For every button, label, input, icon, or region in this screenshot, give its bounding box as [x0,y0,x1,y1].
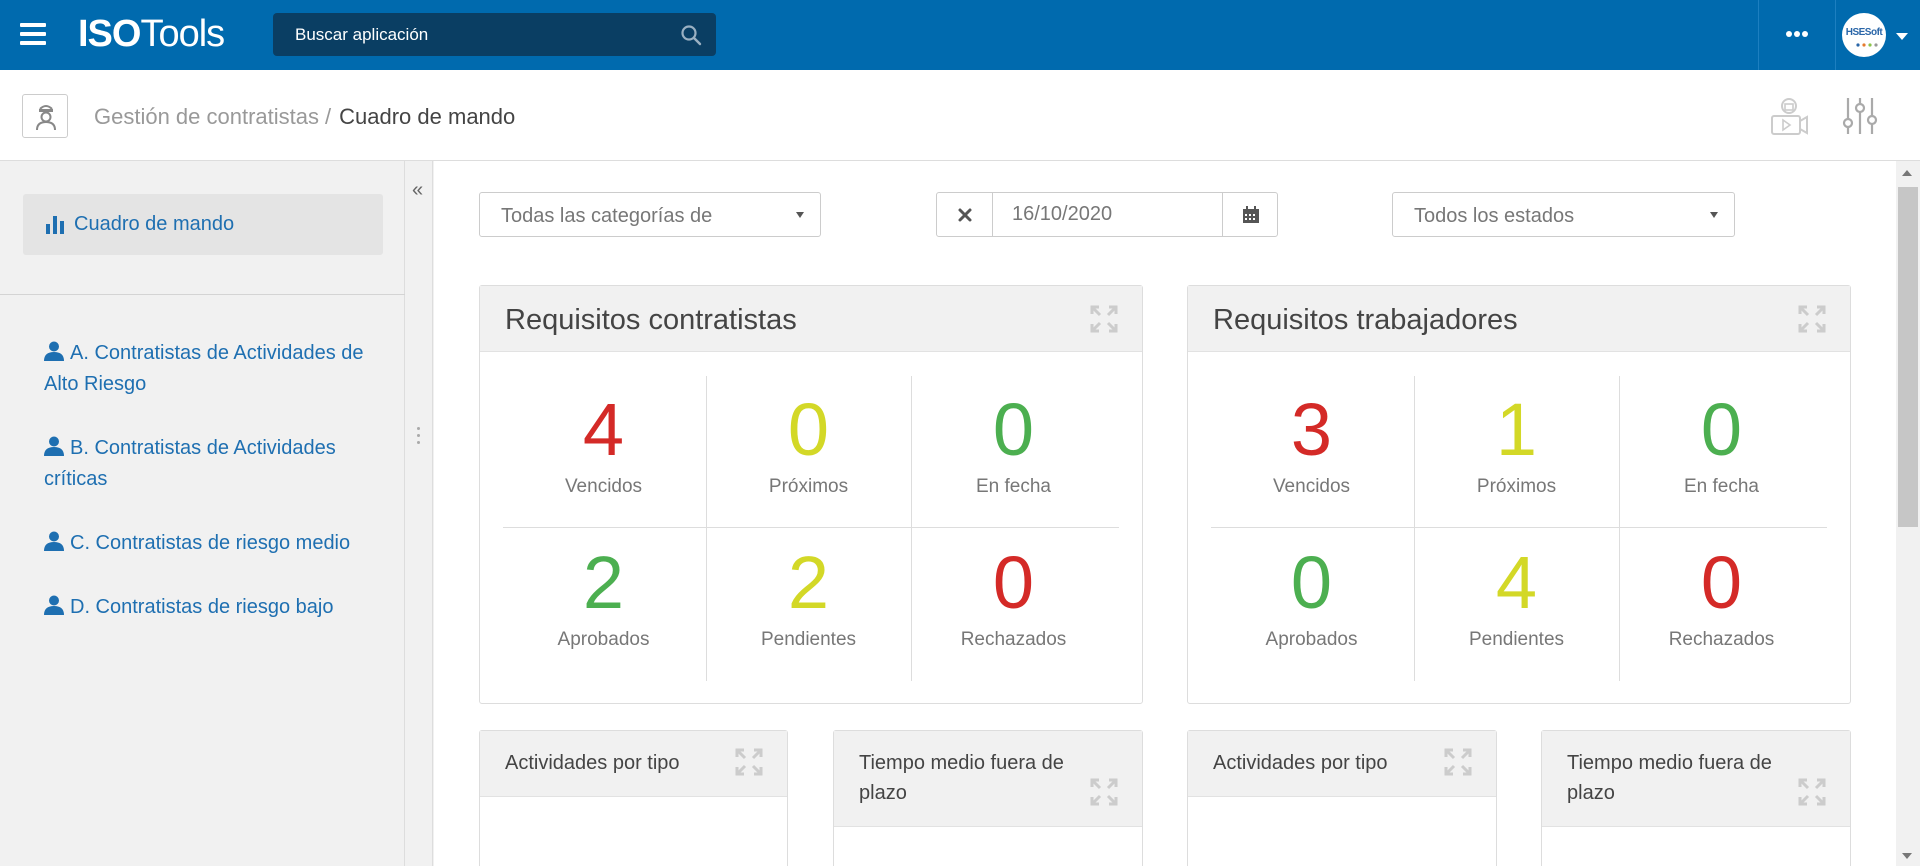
panel-tiempo-medio-fuera-de-plazo: Tiempo medio fuera de plazo [1541,730,1851,866]
dashboard-main: Todas las categorías de Todos los estado… [434,161,1896,866]
stat-rechazados[interactable]: 0 Rechazados [1619,543,1824,651]
stat-en-fecha[interactable]: 0 En fecha [911,390,1116,498]
status-select[interactable]: Todos los estados [1392,192,1735,237]
close-icon [958,208,972,222]
category-select[interactable]: Todas las categorías de [479,192,821,237]
search-icon[interactable] [680,24,702,46]
chevron-down-icon [1710,212,1718,218]
panel-tiempo-medio-fuera-de-plazo: Tiempo medio fuera de plazo [833,730,1143,866]
collapse-sidebar-icon[interactable]: « [412,180,423,200]
expand-icon[interactable] [1444,748,1472,776]
expand-icon[interactable] [1798,778,1826,806]
panel-header: Requisitos trabajadores [1188,286,1850,352]
sidebar: Cuadro de mando A. Contratistas de Activ… [0,161,405,866]
resize-handle[interactable] [417,427,421,449]
stat-proximos[interactable]: 0 Próximos [706,390,911,498]
breadcrumb-separator: / [325,104,332,129]
sidebar-item-label: D. Contratistas de riesgo bajo [70,596,334,618]
user-menu-caret-icon[interactable] [1896,33,1908,40]
topbar-divider [1835,0,1836,70]
expand-icon[interactable] [735,748,763,776]
user-icon [44,436,64,456]
panel-title: Actividades por tipo [1213,752,1388,774]
breadcrumb-parent-link[interactable]: Gestión de contratistas [94,104,319,129]
clear-date-button[interactable] [936,192,993,237]
panel-title: Actividades por tipo [505,752,680,774]
chevron-down-icon [796,212,804,218]
sidebar-item-label: Cuadro de mando [74,213,235,235]
video-tutorial-icon[interactable] [1768,94,1810,138]
stat-rechazados[interactable]: 0 Rechazados [911,543,1116,651]
sidebar-item-cuadro-de-mando[interactable]: Cuadro de mando [23,194,383,255]
scroll-up-arrow-icon[interactable] [1902,170,1912,176]
expand-icon[interactable] [1090,778,1118,806]
expand-icon[interactable] [1090,305,1118,333]
avatar-logo-dots [1856,43,1878,47]
user-icon [44,595,64,615]
isotools-logo[interactable]: ISOTools [78,10,225,58]
scroll-down-arrow-icon[interactable] [1902,853,1912,859]
sidebar-item-label: B. Contratistas de Actividades críticas [44,437,336,490]
panel-title: Requisitos trabajadores [1213,304,1518,336]
scrollbar-thumb[interactable] [1898,187,1918,527]
sidebar-item-contratistas-alto-riesgo[interactable]: A. Contratistas de Actividades de Alto R… [44,338,374,400]
search-input[interactable] [273,13,716,56]
panel-requisitos-trabajadores: Requisitos trabajadores 3 Vencidos 1 Próxi… [1187,285,1851,704]
top-bar: ISOTools HSESoft [0,0,1920,70]
stat-en-fecha[interactable]: 0 En fecha [1619,390,1824,498]
stat-vencidos[interactable]: 3 Vencidos [1209,390,1414,498]
stat-aprobados[interactable]: 2 Aprobados [501,543,706,651]
panel-header: Requisitos contratistas [480,286,1142,352]
stat-pendientes[interactable]: 2 Pendientes [706,543,911,651]
panel-actividades-por-tipo: Actividades por tipo [1187,730,1497,866]
stat-pendientes[interactable]: 4 Pendientes [1414,543,1619,651]
contractor-helmet-icon [36,105,56,131]
more-options-icon[interactable] [1759,0,1835,70]
panel-requisitos-contratistas: Requisitos contratistas 4 Vencidos 0 Próxi… [479,285,1143,704]
user-icon [44,341,64,361]
sidebar-divider [0,294,405,295]
panel-title: Tiempo medio fuera de plazo [859,752,1064,804]
stat-vencidos[interactable]: 4 Vencidos [501,390,706,498]
panel-title: Tiempo medio fuera de plazo [1567,752,1772,804]
sidebar-item-contratistas-criticas[interactable]: B. Contratistas de Actividades críticas [44,433,374,495]
breadcrumb: Gestión de contratistas / Cuadro de mando [94,102,515,132]
sidebar-item-contratistas-riesgo-medio[interactable]: C. Contratistas de riesgo medio [44,528,374,559]
date-input[interactable] [992,192,1223,237]
sidebar-item-label: A. Contratistas de Actividades de Alto R… [44,342,364,395]
module-icon[interactable] [22,94,68,138]
panel-header: Actividades por tipo [480,731,787,797]
sidebar-collapse-strip: « [405,161,433,866]
sub-header: Gestión de contratistas / Cuadro de mando [0,70,1920,161]
filter-settings-icon[interactable] [1842,96,1878,136]
panel-actividades-por-tipo: Actividades por tipo [479,730,788,866]
bar-chart-icon [46,216,64,234]
stat-aprobados[interactable]: 0 Aprobados [1209,543,1414,651]
user-icon [44,531,64,551]
panel-header: Actividades por tipo [1188,731,1496,797]
calendar-button[interactable] [1222,192,1278,237]
panel-title: Requisitos contratistas [505,304,797,336]
page-title: Cuadro de mando [339,104,516,129]
sidebar-item-contratistas-riesgo-bajo[interactable]: D. Contratistas de riesgo bajo [44,592,374,623]
panel-header: Tiempo medio fuera de plazo [1542,731,1850,827]
stat-proximos[interactable]: 1 Próximos [1414,390,1619,498]
expand-icon[interactable] [1798,305,1826,333]
date-filter [936,192,1278,237]
avatar[interactable]: HSESoft [1842,13,1886,57]
sidebar-item-label: C. Contratistas de riesgo medio [70,532,351,554]
menu-icon[interactable] [20,23,46,45]
calendar-icon [1243,206,1259,223]
panel-header: Tiempo medio fuera de plazo [834,731,1142,827]
search-box [273,13,716,56]
